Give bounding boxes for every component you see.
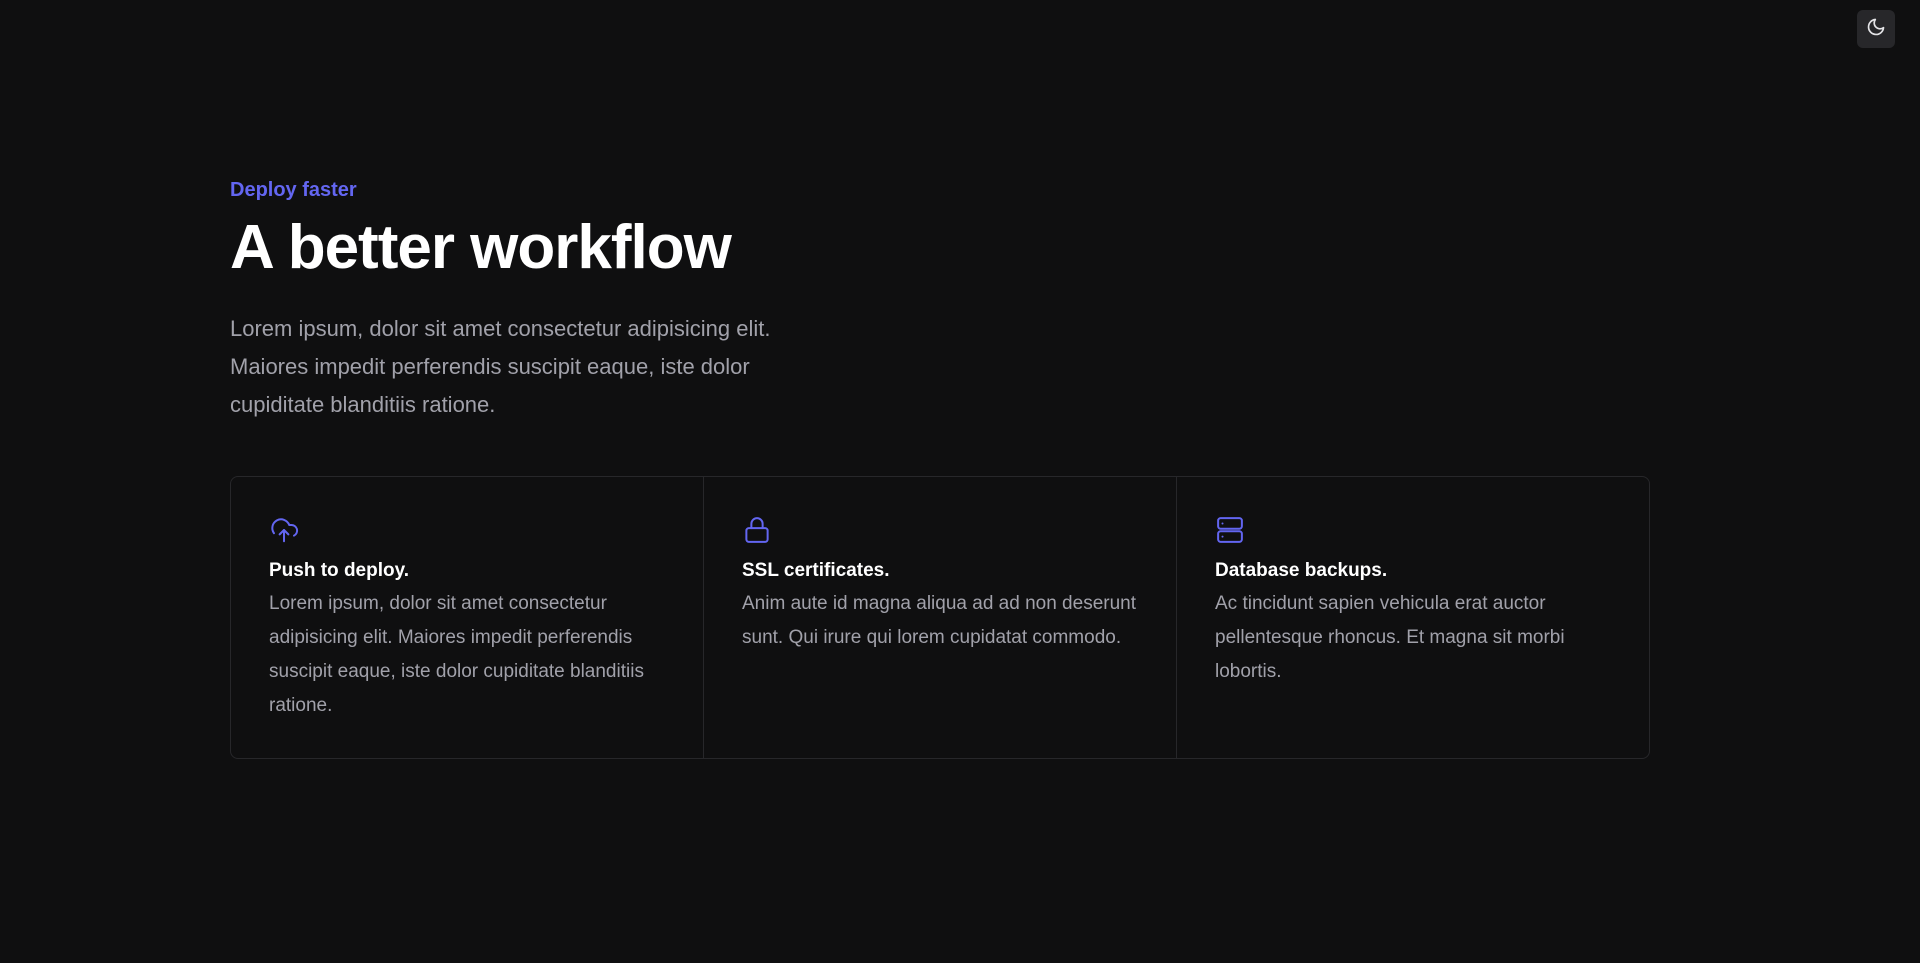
feature-description: Lorem ipsum, dolor sit amet consectetur … bbox=[269, 593, 644, 716]
page-title: A better workflow bbox=[230, 213, 732, 282]
theme-toggle-button[interactable] bbox=[1857, 10, 1895, 48]
feature-title: SSL certificates. bbox=[742, 560, 890, 581]
lock-icon bbox=[742, 515, 772, 545]
feature-title: Push to deploy. bbox=[269, 560, 410, 581]
cloud-upload-icon bbox=[269, 515, 299, 545]
section-description: Lorem ipsum, dolor sit amet consectetur … bbox=[230, 316, 771, 417]
feature-title: Database backups. bbox=[1215, 560, 1388, 581]
server-icon bbox=[1215, 515, 1245, 545]
moon-icon bbox=[1866, 17, 1886, 42]
section-eyebrow: Deploy faster bbox=[230, 179, 357, 201]
page: Deploy faster A better workflow Lorem ip… bbox=[0, 0, 1920, 963]
feature-grid: Push to deploy. Lorem ipsum, dolor sit a… bbox=[230, 476, 1650, 759]
features-section: Deploy faster A better workflow Lorem ip… bbox=[230, 178, 1650, 759]
feature-card-ssl-certificates: SSL certificates. Anim aute id magna ali… bbox=[703, 477, 1176, 758]
feature-card-push-to-deploy: Push to deploy. Lorem ipsum, dolor sit a… bbox=[231, 477, 703, 758]
feature-card-database-backups: Database backups. Ac tincidunt sapien ve… bbox=[1176, 477, 1649, 758]
feature-description: Ac tincidunt sapien vehicula erat auctor… bbox=[1215, 593, 1565, 682]
feature-description: Anim aute id magna aliqua ad ad non dese… bbox=[742, 593, 1136, 648]
